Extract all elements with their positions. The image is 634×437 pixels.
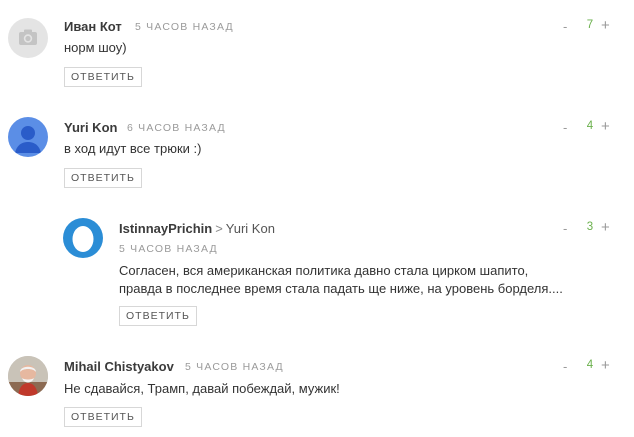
comment-time[interactable]: 5 ЧАСОВ НАЗАД [135,21,234,33]
vote-up-button[interactable]: + [601,118,610,135]
vote-controls: - 7 + [563,17,623,35]
reply-to-name[interactable]: Yuri Kon [226,221,275,236]
vote-controls: - 4 + [563,118,623,136]
vote-controls: - 3 + [563,219,623,237]
comment-text-line-1: Согласен, вся американская политика давн… [119,263,529,278]
comment-time[interactable]: 5 ЧАСОВ НАЗАД [185,361,284,373]
vote-count: 7 [586,19,594,31]
vote-count: 4 [586,120,594,132]
avatar[interactable] [8,356,48,396]
avatar[interactable] [8,117,48,157]
vote-down-button[interactable]: - [563,19,567,34]
comment-time[interactable]: 6 ЧАСОВ НАЗАД [127,122,226,134]
avatar[interactable] [8,18,48,58]
comment-time[interactable]: 5 ЧАСОВ НАЗАД [119,243,218,255]
vote-down-button[interactable]: - [563,120,567,135]
reply-button[interactable]: ОТВЕТИТЬ [64,407,142,427]
comment-text: Не сдавайся, Трамп, давай побеждай, мужи… [64,381,340,396]
egg-icon [72,226,94,252]
vote-down-button[interactable]: - [563,359,567,374]
reply-button[interactable]: ОТВЕТИТЬ [119,306,197,326]
reply-button[interactable]: ОТВЕТИТЬ [64,168,142,188]
vote-count: 4 [586,359,594,371]
vote-up-button[interactable]: + [601,219,610,236]
vote-up-button[interactable]: + [601,357,610,374]
author-name[interactable]: Mihail Chistyakov [64,359,174,374]
avatar[interactable] [63,218,103,258]
reply-arrow: > [215,221,223,236]
comment-text: норм шоу) [64,40,127,55]
photo-avatar-icon [8,356,48,396]
author-name[interactable]: Иван Кот [64,19,122,34]
vote-up-button[interactable]: + [601,17,610,34]
vote-count: 3 [586,221,594,233]
camera-icon [19,29,37,45]
user-silhouette-icon [15,126,41,153]
reply-button[interactable]: ОТВЕТИТЬ [64,67,142,87]
comment-text-line-2: правда в последнее время стала падать ще… [119,281,563,296]
author-name[interactable]: Yuri Kon [64,120,117,135]
author-link[interactable]: IstinnayPrichin [119,221,212,236]
author-name: IstinnayPrichin > Yuri Kon [119,221,275,236]
comment-text: в ход идут все трюки :) [64,141,202,156]
vote-down-button[interactable]: - [563,221,567,236]
vote-controls: - 4 + [563,357,623,375]
